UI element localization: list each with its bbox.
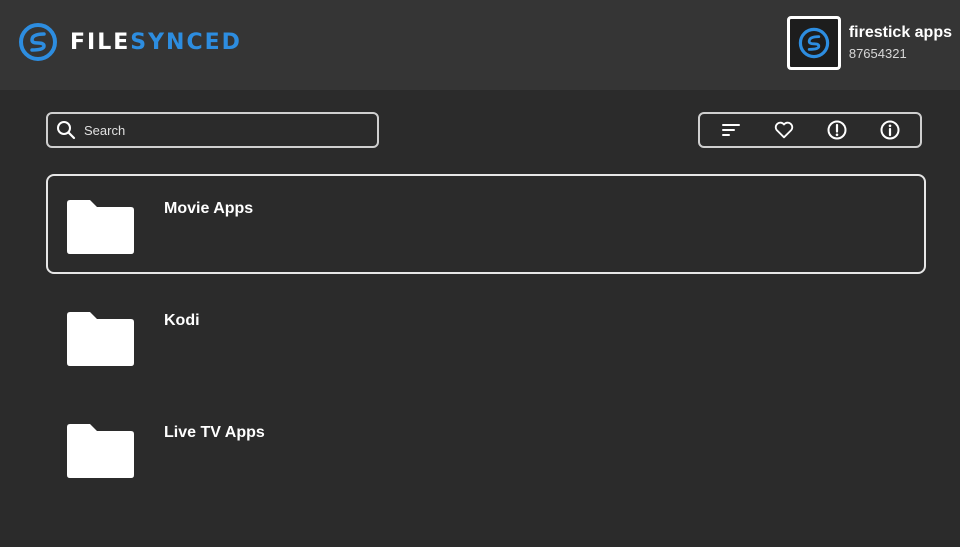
sort-button[interactable] [718, 117, 744, 143]
toolbar [698, 112, 922, 148]
app-name-prefix: FILE [70, 29, 131, 55]
folder-icon [67, 200, 134, 254]
app-name: FILESYNCED [70, 30, 242, 55]
folder-label: Movie Apps [164, 200, 254, 217]
filesynced-logo-icon [798, 27, 830, 59]
folder-item-kodi[interactable]: Kodi [46, 286, 926, 386]
folder-label: Live TV Apps [164, 424, 265, 441]
account-info: firestick apps 87654321 [849, 24, 952, 61]
info-button[interactable] [877, 117, 903, 143]
folder-label: Kodi [164, 312, 200, 329]
account-id: 87654321 [848, 46, 907, 61]
account-name: firestick apps [848, 24, 952, 41]
folder-item-movie-apps[interactable]: Movie Apps [46, 174, 926, 274]
app-logo: FILESYNCED [18, 22, 242, 62]
search-icon [57, 121, 76, 140]
folder-icon [67, 312, 134, 366]
alert-button[interactable] [824, 117, 850, 143]
info-icon [880, 120, 899, 140]
account-avatar[interactable] [786, 16, 841, 70]
search-box[interactable] [46, 112, 379, 148]
app-name-suffix: SYNCED [130, 29, 242, 55]
heart-icon [774, 121, 793, 139]
search-input[interactable] [82, 121, 356, 139]
folder-item-live-tv-apps[interactable]: Live TV Apps [46, 398, 926, 498]
favorites-button[interactable] [771, 117, 797, 143]
filesynced-logo-icon [19, 23, 57, 61]
alert-icon [827, 120, 846, 140]
folder-list: Movie Apps Kodi Live TV Apps [46, 174, 926, 510]
folder-icon [67, 424, 134, 478]
header-bar: FILESYNCED firestick apps 87654321 [0, 0, 960, 90]
sort-icon [721, 124, 740, 136]
account-panel[interactable]: firestick apps 87654321 [786, 16, 952, 70]
